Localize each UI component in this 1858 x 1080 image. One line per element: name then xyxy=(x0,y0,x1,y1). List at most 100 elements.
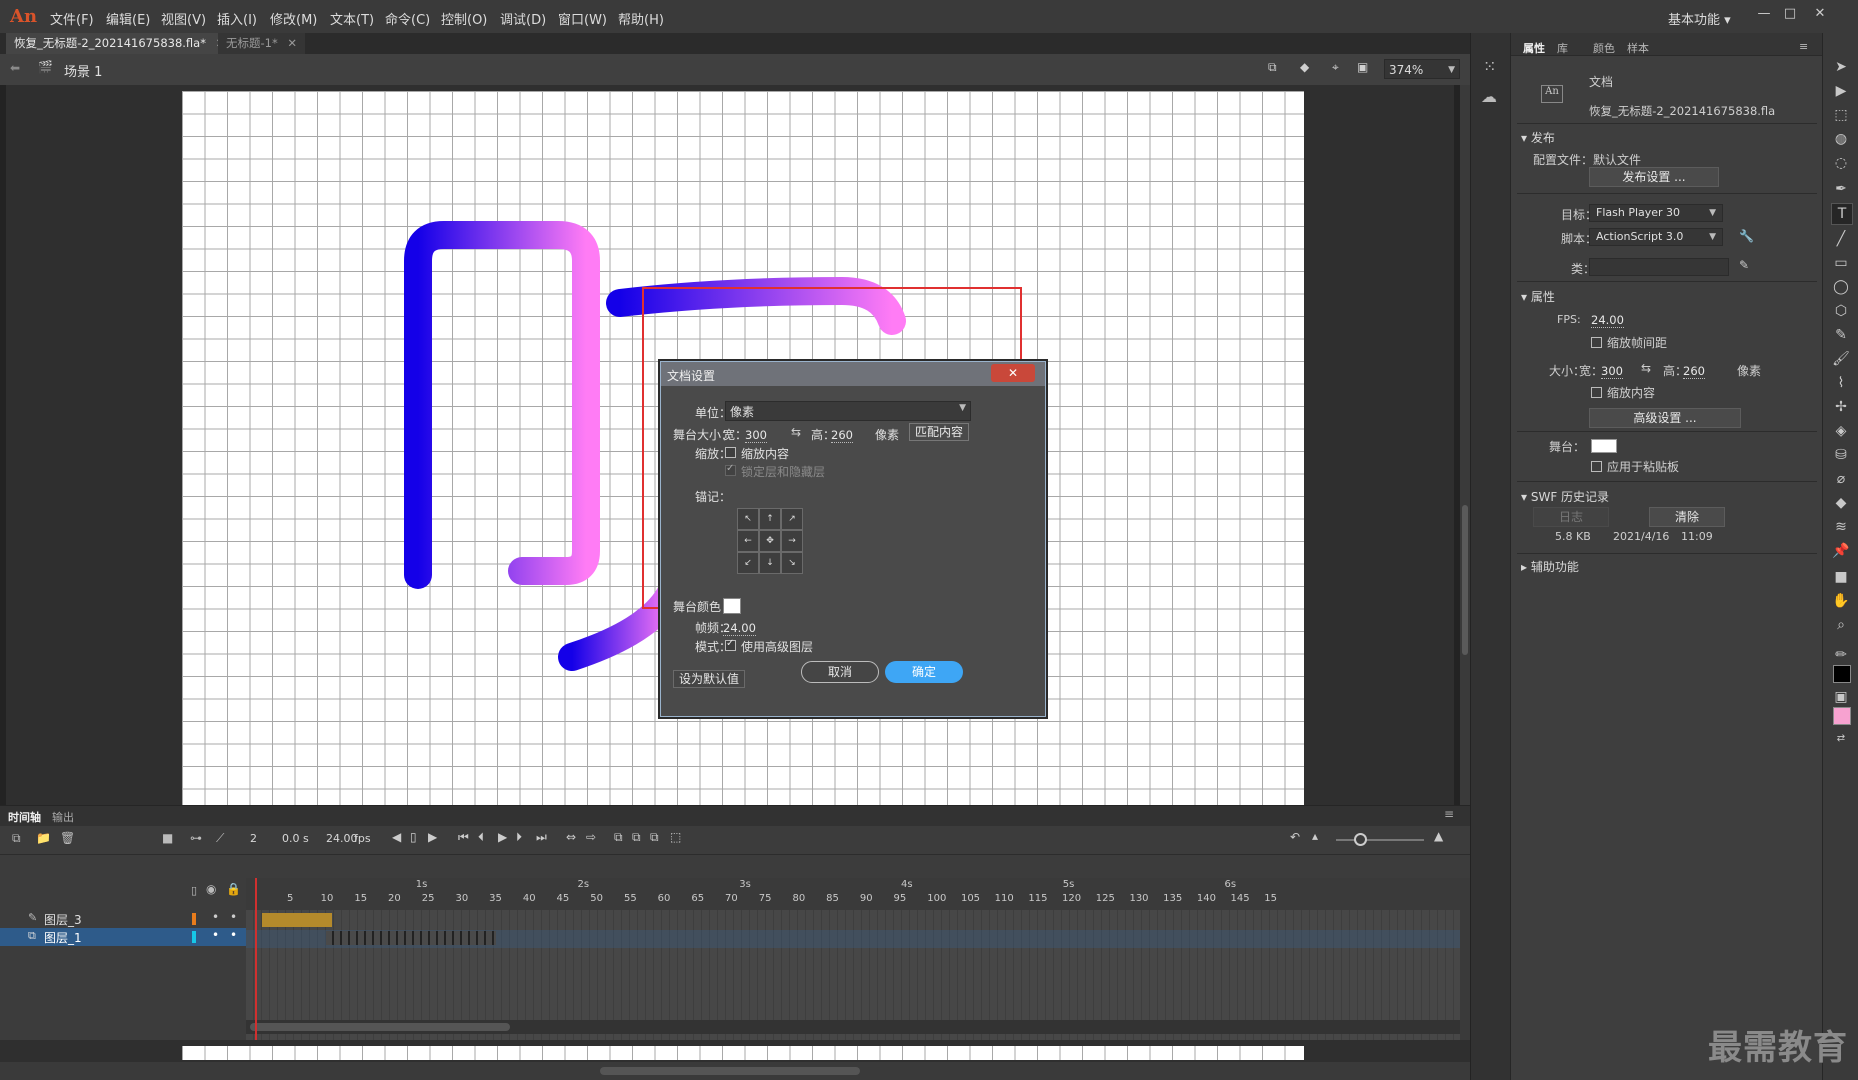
frame-span-layer-1[interactable] xyxy=(326,931,496,945)
scrollbar-thumb[interactable] xyxy=(600,1067,860,1075)
onion-skin-icon[interactable]: ⧉ xyxy=(614,830,623,845)
publish-section-header[interactable]: ▾ 发布 xyxy=(1521,129,1555,146)
eye-icon[interactable]: ◉ xyxy=(206,882,216,896)
pencil-tool-icon[interactable]: ✎ xyxy=(1831,325,1851,345)
menu-view[interactable]: 视图(V) xyxy=(161,9,206,28)
anchor-bottom-right[interactable]: ↘ xyxy=(781,552,803,574)
stage-hscroll[interactable] xyxy=(0,1062,1470,1080)
menu-edit[interactable]: 编辑(E) xyxy=(106,9,150,28)
tab-color[interactable]: 颜色 xyxy=(1593,40,1615,56)
tab-untitled-1[interactable]: 无标题-1* ✕ xyxy=(218,33,306,54)
stage-vertical-scrollbar[interactable] xyxy=(1460,85,1470,805)
lock-dot[interactable]: • xyxy=(230,928,237,942)
props-section-header[interactable]: ▾ 属性 xyxy=(1521,288,1555,305)
frame-span-layer-3[interactable] xyxy=(262,913,332,927)
fps-value[interactable]: 24.00 xyxy=(1591,313,1624,328)
paint-bucket-tool-icon[interactable]: ◈ xyxy=(1831,421,1851,441)
zoom-select[interactable]: 374% ▼ xyxy=(1384,59,1460,79)
paint-brush-tool-icon[interactable]: 🖌 xyxy=(1831,349,1851,369)
zoom-out-icon[interactable]: ▴ xyxy=(1312,829,1318,843)
script-select[interactable]: ActionScript 3.0 ▼ xyxy=(1589,228,1723,246)
menu-window[interactable]: 窗口(W) xyxy=(558,9,607,28)
timeline-fps[interactable]: 24.00 xyxy=(326,832,358,845)
current-time[interactable]: 0.0 s xyxy=(282,832,309,845)
tab-recovered-doc[interactable]: 恢复_无标题-2_202141675838.fla* ✕ xyxy=(6,33,234,54)
modify-onion-icon[interactable]: ⬚ xyxy=(670,830,681,844)
hand-tool-icon[interactable]: ✋ xyxy=(1831,591,1851,611)
brush-tool-icon[interactable]: ⌇ xyxy=(1831,373,1851,393)
height-value[interactable]: 260 xyxy=(1683,364,1705,379)
menu-debug[interactable]: 调试(D) xyxy=(500,9,546,28)
creative-cloud-icon[interactable]: ☁ xyxy=(1481,87,1497,106)
visibility-dot[interactable]: • xyxy=(212,928,219,942)
eraser-tool-icon[interactable]: ◆ xyxy=(1831,493,1851,513)
tab-library[interactable]: 库 xyxy=(1557,40,1568,56)
scrollbar-thumb[interactable] xyxy=(1462,505,1468,655)
anchor-top-right[interactable]: ↗ xyxy=(781,508,803,530)
menu-modify[interactable]: 修改(M) xyxy=(270,9,317,28)
step-forward-icon[interactable]: ⏵ xyxy=(516,830,522,845)
sync-icon[interactable]: ⇨ xyxy=(586,830,596,844)
workspace-switcher[interactable]: 基本功能 ▾ xyxy=(1668,9,1731,28)
tab-swatches[interactable]: 样本 xyxy=(1627,40,1649,56)
edit-multiple-icon[interactable]: ⧉ xyxy=(650,830,659,845)
highlight-column-icon[interactable]: ▯ xyxy=(191,884,197,897)
ink-bottle-tool-icon[interactable]: ⛁ xyxy=(1831,445,1851,465)
first-frame-icon[interactable]: ⏮ xyxy=(458,830,469,845)
panel-menu-icon[interactable]: ≡ xyxy=(1444,807,1454,821)
new-folder-icon[interactable]: 📁 xyxy=(36,831,51,845)
subselection-tool-icon[interactable]: ▶ xyxy=(1831,81,1851,101)
wrench-icon[interactable]: 🔧 xyxy=(1739,229,1754,243)
height-input[interactable]: 260 xyxy=(831,428,853,443)
zoom-in-icon[interactable]: ▲ xyxy=(1434,829,1443,843)
last-frame-icon[interactable]: ⏭ xyxy=(536,830,547,845)
camera-tool-icon[interactable]: ■ xyxy=(1831,567,1851,587)
edit-symbol-icon[interactable]: ◆ xyxy=(1300,60,1309,74)
scale-content-checkbox[interactable] xyxy=(1591,387,1602,398)
text-tool-icon[interactable]: T xyxy=(1831,203,1853,225)
close-icon[interactable]: ✕ xyxy=(287,36,297,50)
clip-stage-icon[interactable]: ▣ xyxy=(1357,60,1368,74)
parent-view-icon[interactable]: ⊶ xyxy=(190,831,202,845)
menu-commands[interactable]: 命令(C) xyxy=(385,9,430,28)
center-stage-icon[interactable]: ⌖ xyxy=(1332,60,1339,75)
scene-name[interactable]: 场景 1 xyxy=(64,61,102,80)
scale-content-checkbox[interactable] xyxy=(725,447,736,458)
advanced-layers-checkbox[interactable] xyxy=(725,638,736,651)
tab-properties[interactable]: 属性 xyxy=(1523,40,1545,56)
onion-outline-icon[interactable]: ⧉ xyxy=(632,830,641,845)
menu-file[interactable]: 文件(F) xyxy=(50,9,94,28)
lasso-tool-icon[interactable]: ◌ xyxy=(1831,153,1851,173)
camera-icon[interactable]: ■ xyxy=(162,831,173,845)
stroke-color-swatch[interactable] xyxy=(1833,665,1851,683)
rectangle-tool-icon[interactable]: ▭ xyxy=(1831,253,1851,273)
scale-spans-checkbox[interactable] xyxy=(1591,337,1602,348)
stroke-color-icon[interactable]: ✏ xyxy=(1831,645,1851,665)
graph-icon[interactable]: ⟋ xyxy=(216,831,224,846)
ok-button[interactable]: 确定 xyxy=(885,661,963,683)
menu-text[interactable]: 文本(T) xyxy=(330,9,374,28)
apply-paste-checkbox[interactable] xyxy=(1591,461,1602,472)
motion-presets-icon[interactable]: ⁙ xyxy=(1483,57,1496,76)
panel-menu-icon[interactable]: ≡ xyxy=(1799,40,1808,53)
anchor-top-left[interactable]: ↖ xyxy=(737,508,759,530)
layer-row[interactable]: ✎ 图层_3 • • xyxy=(0,910,246,928)
playhead[interactable] xyxy=(255,878,257,1040)
stage-color-swatch[interactable] xyxy=(723,598,741,614)
timeline-vscroll[interactable] xyxy=(1460,878,1470,1040)
current-frame[interactable]: 2 xyxy=(250,832,257,845)
width-value[interactable]: 300 xyxy=(1601,364,1623,379)
width-tool-icon[interactable]: ≋ xyxy=(1831,517,1851,537)
fill-color-swatch[interactable] xyxy=(1833,707,1851,725)
clear-button[interactable]: 清除 xyxy=(1649,507,1725,527)
menu-control[interactable]: 控制(O) xyxy=(441,9,487,28)
pin-tool-icon[interactable]: 📌 xyxy=(1831,541,1851,561)
loop-icon[interactable]: ⇔ xyxy=(566,830,576,844)
step-back-icon[interactable]: ⏴ xyxy=(478,830,484,845)
layer-name[interactable]: 图层_1 xyxy=(44,929,82,946)
units-select[interactable]: 像素 ▼ xyxy=(725,401,971,421)
pen-tool-icon[interactable]: ✒ xyxy=(1831,179,1851,199)
frame-size-slider[interactable] xyxy=(1336,839,1424,841)
eyedropper-tool-icon[interactable]: ⌀ xyxy=(1831,469,1851,489)
play-icon[interactable]: ▶ xyxy=(498,830,507,844)
